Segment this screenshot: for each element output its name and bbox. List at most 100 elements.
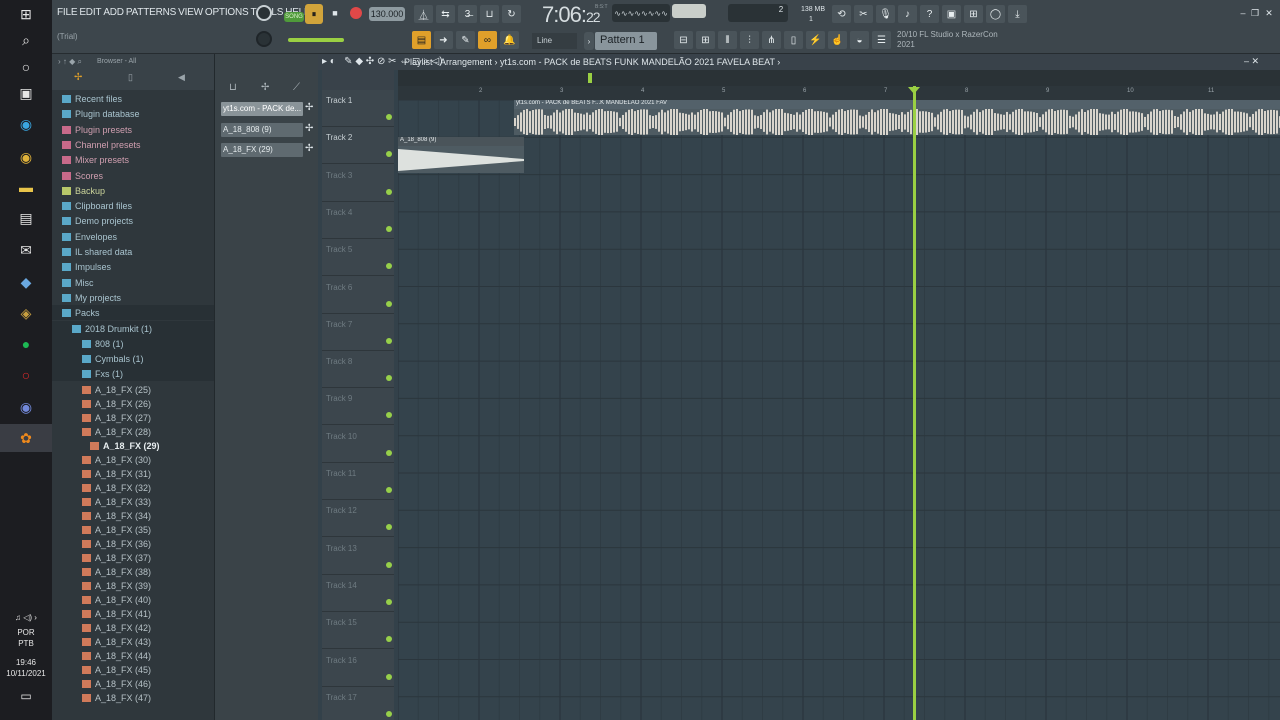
- mail-icon[interactable]: ✉: [13, 238, 39, 262]
- midi-icon[interactable]: ♪: [898, 5, 917, 23]
- browser-file-icon[interactable]: ▯: [128, 72, 133, 83]
- audio-clip-808[interactable]: A_18_808 (9): [398, 137, 524, 173]
- track-header[interactable]: Track 2: [322, 127, 394, 165]
- undo-icon[interactable]: ⟲: [832, 5, 851, 23]
- browser-file[interactable]: A_18_FX (30): [82, 453, 151, 467]
- countdown-icon[interactable]: 3̶: [458, 5, 477, 23]
- spotify-icon[interactable]: ●: [13, 332, 39, 356]
- timeline-ruler[interactable]: 2 3 4 5 6 7 8 9 10 11: [398, 86, 1280, 100]
- lang-label[interactable]: POR: [0, 627, 52, 638]
- track-header[interactable]: Track 5: [322, 239, 394, 277]
- browser-file[interactable]: A_18_FX (35): [82, 523, 151, 537]
- league-icon[interactable]: ◈: [13, 301, 39, 325]
- track-header[interactable]: Track 11: [322, 463, 394, 500]
- track-header[interactable]: Track 8: [322, 351, 394, 389]
- playlist-scrollbar[interactable]: [398, 70, 1280, 86]
- record-button[interactable]: [350, 7, 362, 19]
- playlist-toggle-icon[interactable]: ▤: [412, 31, 431, 49]
- close-button[interactable]: ✕: [1264, 8, 1274, 18]
- track-header[interactable]: Track 13: [322, 538, 394, 575]
- browser-item[interactable]: Scores: [62, 169, 103, 183]
- channel-add-icon[interactable]: ✢: [305, 102, 315, 116]
- browser-file[interactable]: A_18_FX (41): [82, 607, 151, 621]
- playlist-window-controls[interactable]: – ✕: [1244, 56, 1259, 67]
- minimize-button[interactable]: –: [1238, 8, 1248, 18]
- track-header[interactable]: Track 17: [322, 687, 394, 720]
- task-view-icon[interactable]: ▣: [13, 81, 39, 105]
- notifications-icon[interactable]: ▭: [0, 690, 52, 702]
- pitch-knob[interactable]: [256, 31, 272, 47]
- track-mute-led[interactable]: [386, 337, 392, 344]
- slide-icon[interactable]: ⟋: [293, 82, 300, 93]
- piano-roll-icon[interactable]: ⊟: [674, 31, 693, 49]
- browser-file[interactable]: A_18_FX (26): [82, 397, 151, 411]
- track-mute-led[interactable]: [386, 524, 392, 531]
- track-header[interactable]: Track 7: [322, 314, 394, 351]
- browser-item[interactable]: 808 (1): [82, 337, 124, 351]
- touch-icon[interactable]: ☝: [828, 31, 847, 49]
- channel-slot[interactable]: A_18_808 (9): [221, 122, 303, 137]
- channel-slot[interactable]: A_18_FX (29): [221, 143, 303, 157]
- track-mute-led[interactable]: [386, 673, 392, 680]
- tempo-display[interactable]: 130.000: [369, 7, 405, 21]
- menu-patterns[interactable]: PATTERNS: [126, 7, 176, 18]
- chrome-icon[interactable]: ◉: [13, 145, 39, 169]
- playlist-options[interactable]: [322, 70, 394, 90]
- pencil-mode-icon[interactable]: ✎: [456, 31, 475, 49]
- keyboard-label[interactable]: PTB: [0, 638, 52, 649]
- wait-input-icon[interactable]: ⇆: [436, 5, 455, 23]
- snap-select[interactable]: Line: [532, 33, 577, 49]
- browser-item[interactable]: Clipboard files: [62, 199, 132, 213]
- steam-icon[interactable]: ◆: [13, 270, 39, 294]
- file-explorer-icon[interactable]: ▬: [13, 175, 39, 199]
- browser-file[interactable]: A_18_FX (34): [82, 509, 151, 523]
- track-mute-led[interactable]: [386, 114, 392, 120]
- browser-item[interactable]: Cymbals (1): [82, 352, 144, 366]
- browser-file[interactable]: A_18_FX (46): [82, 677, 151, 691]
- browser-file[interactable]: A_18_FX (36): [82, 537, 151, 551]
- edge-icon[interactable]: ◉: [13, 112, 39, 136]
- step-edit-icon[interactable]: ⊔: [480, 5, 499, 23]
- track-mute-led[interactable]: [386, 710, 392, 717]
- browser-file[interactable]: A_18_FX (25): [82, 383, 151, 397]
- plugin-icon[interactable]: ⚡: [806, 31, 825, 49]
- menu-file[interactable]: FILE: [57, 7, 78, 18]
- browser-speaker-icon[interactable]: ◀: [178, 72, 185, 83]
- channel-add-icon[interactable]: ✢: [305, 123, 315, 137]
- mixer-view-icon[interactable]: ⫴: [718, 31, 737, 49]
- save-icon[interactable]: ▣: [942, 5, 961, 23]
- track-header[interactable]: Track 1: [322, 90, 394, 127]
- date[interactable]: 10/11/2021: [0, 668, 52, 679]
- browser-file[interactable]: A_18_FX (45): [82, 663, 151, 677]
- menu-add[interactable]: ADD: [103, 7, 124, 18]
- restore-button[interactable]: ❐: [1250, 8, 1260, 18]
- browser-item[interactable]: Packs: [62, 306, 100, 320]
- browser-item[interactable]: Plugin presets: [62, 123, 132, 137]
- search-icon[interactable]: ⌕: [13, 28, 39, 52]
- arrangement-grid[interactable]: yt1s.com - PACK de BEATS F...K MANDELÃO …: [398, 100, 1280, 720]
- song-mode-toggle[interactable]: SONG: [284, 12, 304, 22]
- track-header[interactable]: Track 14: [322, 575, 394, 612]
- browser-file[interactable]: A_18_FX (38): [82, 565, 151, 579]
- track-mute-led[interactable]: [386, 225, 392, 232]
- playhead-icon[interactable]: [908, 87, 920, 94]
- cut-icon[interactable]: ✂: [854, 5, 873, 23]
- news-panel[interactable]: 20/10 FL Studio x RazerCon 2021: [897, 30, 998, 50]
- chat-icon[interactable]: ◯: [986, 5, 1005, 23]
- track-mute-led[interactable]: [386, 487, 392, 493]
- menu-edit[interactable]: EDIT: [79, 7, 101, 18]
- browser-item[interactable]: My projects: [62, 291, 121, 305]
- stop-button[interactable]: ■: [328, 5, 342, 21]
- browser-file[interactable]: A_18_FX (32): [82, 481, 151, 495]
- link-icon[interactable]: ∞: [478, 31, 497, 49]
- opera-icon[interactable]: ○: [13, 363, 39, 387]
- track-mute-led[interactable]: [386, 375, 392, 382]
- track-header[interactable]: Track 16: [322, 650, 394, 687]
- browser-file[interactable]: A_18_FX (44): [82, 649, 151, 663]
- store-icon[interactable]: ▤: [13, 206, 39, 230]
- track-mute-led[interactable]: [386, 151, 392, 158]
- track-header[interactable]: Track 10: [322, 426, 394, 463]
- windows-start-icon[interactable]: ⊞: [13, 2, 39, 26]
- track-header[interactable]: Track 6: [322, 277, 394, 314]
- mic-icon[interactable]: 🎙: [876, 5, 895, 23]
